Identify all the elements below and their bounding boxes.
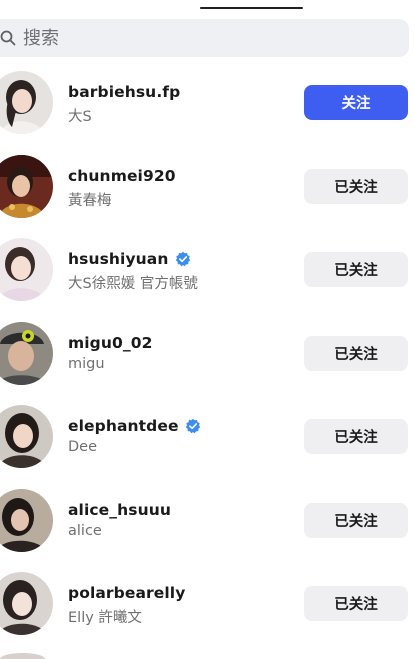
user-row[interactable]: polarbearelly Elly 許曦文 已关注 bbox=[0, 567, 415, 651]
display-name: Elly 許曦文 bbox=[68, 610, 142, 626]
username[interactable]: alice_hsuuu bbox=[68, 501, 171, 519]
user-info: migu0_02 migu bbox=[68, 332, 153, 372]
display-name: 黃春梅 bbox=[68, 192, 112, 209]
username[interactable]: barbiehsu.fp bbox=[68, 83, 180, 101]
display-name: alice bbox=[68, 522, 102, 539]
following-button[interactable]: 已关注 bbox=[304, 168, 408, 204]
display-name: migu bbox=[68, 355, 105, 372]
username-line: chunmei920 bbox=[68, 165, 176, 187]
search-input[interactable] bbox=[23, 27, 323, 49]
following-button[interactable]: 已关注 bbox=[304, 502, 408, 538]
username-line: hsushiyuan bbox=[68, 248, 198, 270]
search-bar[interactable] bbox=[0, 19, 409, 57]
avatar[interactable] bbox=[0, 405, 53, 468]
following-button[interactable]: 已关注 bbox=[304, 252, 408, 287]
user-info: chunmei920 黃春梅 bbox=[68, 165, 176, 210]
display-name: 大S bbox=[68, 109, 92, 125]
user-info: alice_hsuuu alice bbox=[68, 499, 171, 539]
username[interactable]: elephantdee bbox=[68, 417, 179, 435]
display-name: 大S徐熙媛 官方帳號 bbox=[68, 276, 198, 292]
username-line: alice_hsuuu bbox=[68, 499, 171, 521]
user-info: hsushiyuan 大S徐熙媛 官方帳號 bbox=[68, 248, 198, 293]
username-line: elephantdee bbox=[68, 415, 201, 437]
username-line: polarbearelly bbox=[68, 582, 185, 604]
following-list-screen: barbiehsu.fp 大S 关注 chunm bbox=[0, 0, 415, 659]
user-row[interactable]: migu0_02 migu 已关注 bbox=[0, 317, 415, 401]
user-row[interactable]: chunmei920 黃春梅 已关注 bbox=[0, 150, 415, 234]
avatar[interactable] bbox=[0, 154, 53, 218]
user-list: barbiehsu.fp 大S 关注 chunmei920 黃春梅 已关注 hs… bbox=[0, 66, 415, 651]
display-name: Dee bbox=[68, 439, 98, 455]
user-info: elephantdee Dee bbox=[68, 415, 201, 455]
verified-badge-icon bbox=[185, 418, 201, 434]
avatar[interactable] bbox=[0, 71, 53, 134]
avatar[interactable] bbox=[0, 653, 45, 659]
following-button[interactable]: 已关注 bbox=[304, 335, 408, 371]
user-info: barbiehsu.fp 大S bbox=[68, 81, 180, 126]
user-row[interactable]: barbiehsu.fp 大S 关注 bbox=[0, 66, 415, 150]
username-line: migu0_02 bbox=[68, 332, 153, 354]
following-button[interactable]: 已关注 bbox=[304, 586, 408, 621]
avatar[interactable] bbox=[0, 238, 53, 301]
tab-indicator bbox=[200, 7, 303, 9]
username[interactable]: polarbearelly bbox=[68, 584, 185, 602]
user-row[interactable]: elephantdee Dee 已关注 bbox=[0, 400, 415, 484]
verified-badge-icon bbox=[175, 251, 191, 267]
username[interactable]: migu0_02 bbox=[68, 334, 153, 352]
user-info: polarbearelly Elly 許曦文 bbox=[68, 582, 185, 627]
avatar[interactable] bbox=[0, 572, 53, 635]
avatar[interactable] bbox=[0, 321, 53, 385]
user-row[interactable]: alice_hsuuu alice 已关注 bbox=[0, 484, 415, 568]
username[interactable]: hsushiyuan bbox=[68, 250, 169, 268]
follow-button[interactable]: 关注 bbox=[304, 85, 408, 120]
avatar[interactable] bbox=[0, 488, 53, 552]
username-line: barbiehsu.fp bbox=[68, 81, 180, 103]
following-button[interactable]: 已关注 bbox=[304, 419, 408, 454]
username[interactable]: chunmei920 bbox=[68, 167, 176, 185]
user-row[interactable]: hsushiyuan 大S徐熙媛 官方帳號 已关注 bbox=[0, 233, 415, 317]
search-icon bbox=[0, 29, 17, 47]
